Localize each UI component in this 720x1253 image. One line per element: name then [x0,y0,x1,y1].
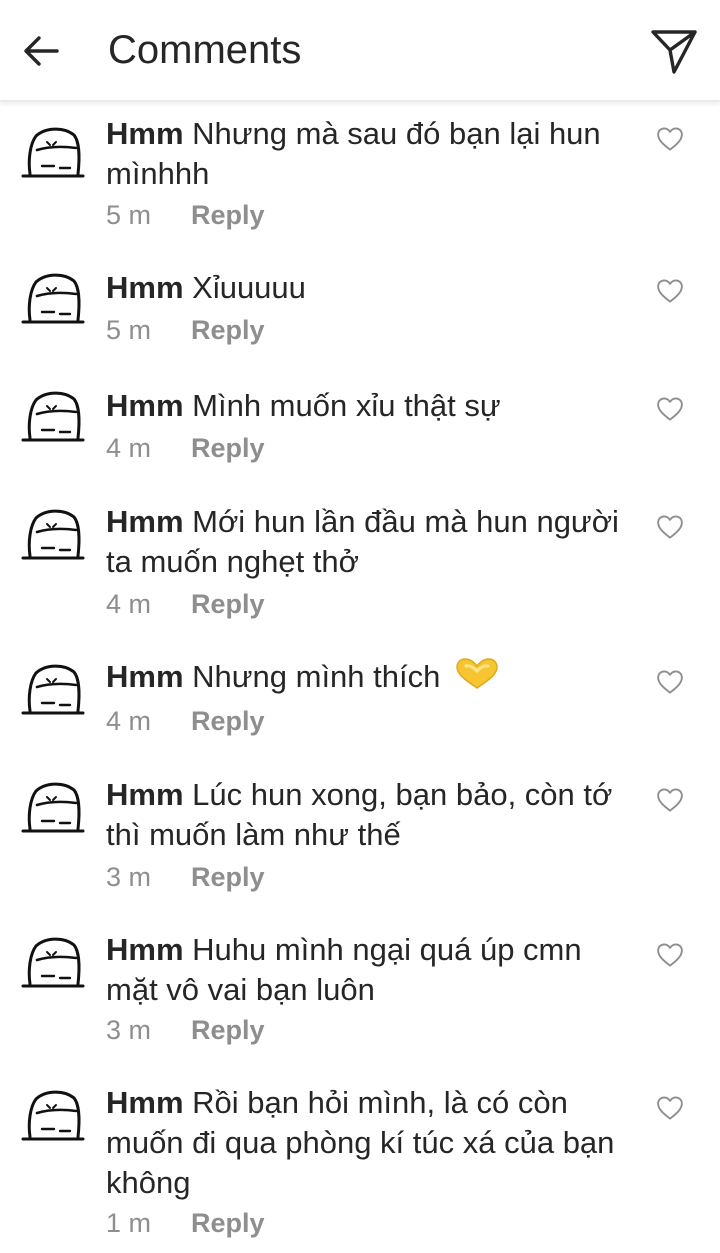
comment-meta: 5 m Reply [106,199,265,231]
comment-meta: 3 m Reply [106,861,265,893]
back-button[interactable] [18,28,64,74]
comment-item: Hmm Lúc hun xong, bạn bảo, còn tớ thì mu… [0,763,720,918]
comment-item: Hmm Mình muốn xỉu thật sự 4 m Reply [0,372,720,490]
comment-text-block: Hmm Lúc hun xong, bạn bảo, còn tớ thì mu… [106,775,636,855]
avatar[interactable] [20,1087,86,1145]
comment-username[interactable]: Hmm [106,504,184,539]
comment-username[interactable]: Hmm [106,116,184,151]
comment-meta: 3 m Reply [106,1014,265,1046]
heart-outline-icon[interactable] [655,512,685,542]
reply-button[interactable]: Reply [191,862,265,892]
comment-body: Mình muốn xỉu thật sự [192,388,501,423]
comment-item: Hmm Rồi bạn hỏi mình, là có còn muốn đi … [0,1071,720,1253]
heart-outline-icon[interactable] [655,940,685,970]
reply-button[interactable]: Reply [191,315,265,345]
comment-username[interactable]: Hmm [106,388,184,423]
comment-meta: 5 m Reply [106,314,265,346]
comment-time: 5 m [106,200,152,230]
reply-button[interactable]: Reply [191,706,265,736]
reply-button[interactable]: Reply [191,589,265,619]
heart-outline-icon[interactable] [655,1093,685,1123]
paper-plane-icon [651,30,697,74]
comment-text-block: Hmm Mình muốn xỉu thật sự [106,386,636,426]
comment-username[interactable]: Hmm [106,932,184,967]
reply-button[interactable]: Reply [191,433,265,463]
heart-outline-icon[interactable] [655,785,685,815]
comment-meta: 4 m Reply [106,432,265,464]
avatar[interactable] [20,661,86,719]
comment-username[interactable]: Hmm [106,777,184,812]
reply-button[interactable]: Reply [191,200,265,230]
comment-username[interactable]: Hmm [106,1085,184,1120]
comment-text-block: Hmm Rồi bạn hỏi mình, là có còn muốn đi … [106,1083,636,1203]
page-title: Comments [108,28,302,72]
comment-text-block: Hmm Nhưng mình thích [106,657,636,697]
comment-time: 4 m [106,706,152,736]
comment-meta: 4 m Reply [106,588,265,620]
comment-body: Nhưng mình thích [192,659,441,694]
comment-meta: 1 m Reply [106,1207,265,1239]
comment-text-block: Hmm Xỉuuuuu [106,268,636,308]
comment-text-block: Hmm Huhu mình ngại quá úp cmn mặt vô vai… [106,930,636,1010]
heart-outline-icon[interactable] [655,667,685,697]
comment-text-block: Hmm Nhưng mà sau đó bạn lại hun mìnhhh [106,114,636,194]
comment-meta: 4 m Reply [106,705,265,737]
comment-item: Hmm Mới hun lần đầu mà hun người ta muốn… [0,490,720,645]
comment-time: 4 m [106,589,152,619]
heart-hands-emoji-icon [456,658,498,689]
comment-text-block: Hmm Mới hun lần đầu mà hun người ta muốn… [106,502,636,582]
heart-outline-icon[interactable] [655,124,685,154]
avatar[interactable] [20,506,86,564]
reply-button[interactable]: Reply [191,1208,265,1238]
comment-item: Hmm Xỉuuuuu 5 m Reply [0,254,720,372]
comment-item: Hmm Nhưng mà sau đó bạn lại hun mìnhhh 5… [0,102,720,254]
comment-username[interactable]: Hmm [106,270,184,305]
avatar[interactable] [20,934,86,992]
comment-time: 4 m [106,433,152,463]
comment-time: 5 m [106,315,152,345]
comment-time: 1 m [106,1208,152,1238]
comment-time: 3 m [106,1015,152,1045]
comment-username[interactable]: Hmm [106,659,184,694]
heart-outline-icon[interactable] [655,276,685,306]
avatar[interactable] [20,270,86,328]
comment-item: Hmm Nhưng mình thích 4 m Reply [0,645,720,763]
share-button[interactable] [648,26,700,78]
comment-time: 3 m [106,862,152,892]
header-bar: Comments [0,0,720,102]
heart-outline-icon[interactable] [655,394,685,424]
arrow-left-icon [24,36,59,66]
reply-button[interactable]: Reply [191,1015,265,1045]
comment-body: Xỉuuuuu [192,270,306,305]
avatar[interactable] [20,779,86,837]
comment-item: Hmm Huhu mình ngại quá úp cmn mặt vô vai… [0,918,720,1071]
avatar[interactable] [20,124,86,182]
avatar[interactable] [20,388,86,446]
